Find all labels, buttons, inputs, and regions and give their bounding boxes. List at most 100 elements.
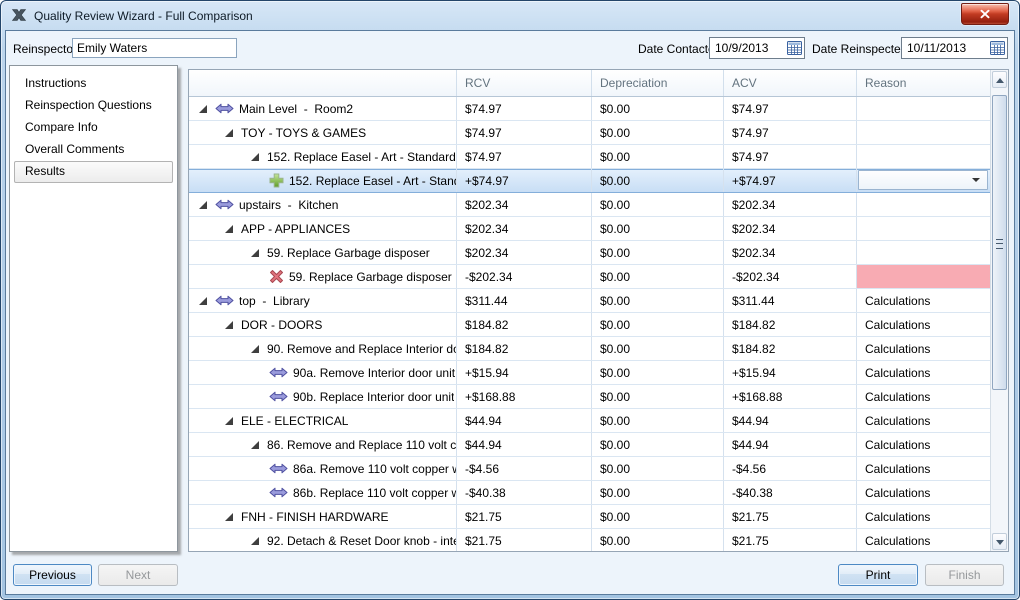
expander-icon[interactable]: [225, 513, 233, 521]
row-label: 59. Replace Garbage disposer: [267, 246, 430, 260]
table-row[interactable]: 59. Replace Garbage disposer$202.34$0.00…: [189, 241, 990, 265]
row-label: 90. Remove and Replace Interior door uni…: [267, 342, 456, 356]
dep-cell: $0.00: [592, 289, 724, 312]
acv-cell: $74.97: [724, 121, 857, 144]
row-label: APP - APPLIANCES: [241, 222, 350, 236]
row-label: 86. Remove and Replace 110 volt copper w…: [267, 438, 456, 452]
table-row[interactable]: FNH - FINISH HARDWARE$21.75$0.00$21.75Ca…: [189, 505, 990, 529]
table-row[interactable]: 152. Replace Easel - Art - Standard grad…: [189, 145, 990, 169]
expander-icon[interactable]: [251, 345, 259, 353]
column-header-reason[interactable]: Reason: [857, 70, 990, 96]
table-row[interactable]: upstairs - Kitchen$202.34$0.00$202.34: [189, 193, 990, 217]
next-button[interactable]: Next: [98, 564, 178, 586]
sidebar-item-instructions[interactable]: Instructions: [14, 73, 173, 95]
item-name-cell: 59. Replace Garbage disposer: [189, 265, 457, 288]
rcv-cell: $184.82: [457, 313, 592, 336]
acv-cell: -$202.34: [724, 265, 857, 288]
vertical-scrollbar[interactable]: [990, 70, 1008, 551]
column-header-rcv[interactable]: RCV: [457, 70, 592, 96]
dep-cell: $0.00: [592, 241, 724, 264]
expander-icon[interactable]: [225, 225, 233, 233]
expander-icon[interactable]: [251, 249, 259, 257]
acv-cell: $202.34: [724, 217, 857, 240]
expander-icon[interactable]: [251, 537, 259, 545]
previous-button[interactable]: Previous: [13, 564, 92, 586]
change-arrows-icon: [215, 295, 234, 306]
sidebar-item-results[interactable]: Results: [14, 161, 173, 183]
scroll-up-button[interactable]: [992, 71, 1007, 88]
date-reinspected-picker[interactable]: 10/11/2013: [901, 37, 1008, 59]
dep-cell: $0.00: [592, 385, 724, 408]
dep-cell: $0.00: [592, 265, 724, 288]
table-row[interactable]: 86a. Remove 110 volt copper wiring-$4.56…: [189, 457, 990, 481]
table-row[interactable]: 90a. Remove Interior door unit+$15.94$0.…: [189, 361, 990, 385]
change-arrows-icon: [269, 487, 288, 498]
reason-cell: Calculations: [857, 289, 990, 312]
row-label: 86b. Replace 110 volt copper wiring: [293, 486, 456, 500]
table-row[interactable]: top - Library$311.44$0.00$311.44Calculat…: [189, 289, 990, 313]
item-name-cell: 90. Remove and Replace Interior door uni…: [189, 337, 457, 360]
table-row[interactable]: TOY - TOYS & GAMES$74.97$0.00$74.97: [189, 121, 990, 145]
table-row[interactable]: APP - APPLIANCES$202.34$0.00$202.34: [189, 217, 990, 241]
column-header-acv[interactable]: ACV: [724, 70, 857, 96]
sidebar-item-reinspection-questions[interactable]: Reinspection Questions: [14, 95, 173, 117]
expander-icon[interactable]: [251, 153, 259, 161]
table-row[interactable]: ELE - ELECTRICAL$44.94$0.00$44.94Calcula…: [189, 409, 990, 433]
column-header-name[interactable]: [189, 70, 457, 96]
row-label: TOY - TOYS & GAMES: [241, 126, 366, 140]
rcv-cell: $184.82: [457, 337, 592, 360]
table-row[interactable]: DOR - DOORS$184.82$0.00$184.82Calculatio…: [189, 313, 990, 337]
table-row[interactable]: 90. Remove and Replace Interior door uni…: [189, 337, 990, 361]
calendar-icon[interactable]: [990, 41, 1005, 55]
table-row[interactable]: 90b. Replace Interior door unit+$168.88$…: [189, 385, 990, 409]
date-reinspected-label: Date Reinspected:: [812, 42, 911, 56]
expander-icon[interactable]: [225, 321, 233, 329]
acv-cell: $184.82: [724, 337, 857, 360]
dep-cell: $0.00: [592, 529, 724, 552]
row-label: 152. Replace Easel - Art - Standard grad…: [289, 174, 456, 188]
acv-cell: $44.94: [724, 409, 857, 432]
rcv-cell: -$202.34: [457, 265, 592, 288]
reinspector-input[interactable]: [72, 38, 237, 58]
table-row[interactable]: 92. Detach & Reset Door knob - interior$…: [189, 529, 990, 552]
comparison-grid: RCV Depreciation ACV Reason Main Level -…: [188, 69, 1009, 552]
titlebar[interactable]: Quality Review Wizard - Full Comparison: [1, 1, 1019, 30]
calendar-icon[interactable]: [787, 41, 802, 55]
column-header-depreciation[interactable]: Depreciation: [592, 70, 724, 96]
scrollbar-thumb[interactable]: [992, 95, 1007, 390]
table-row[interactable]: 86b. Replace 110 volt copper wiring -$40.…: [189, 481, 990, 505]
row-label: DOR - DOORS: [241, 318, 322, 332]
rcv-cell: $74.97: [457, 121, 592, 144]
sidebar-item-overall-comments[interactable]: Overall Comments: [14, 139, 173, 161]
reason-cell: Calculations: [857, 457, 990, 480]
expander-icon[interactable]: [199, 105, 207, 113]
acv-cell: $184.82: [724, 313, 857, 336]
sidebar-item-label: Reinspection Questions: [25, 98, 152, 112]
table-row[interactable]: 152. Replace Easel - Art - Standard grad…: [189, 169, 990, 193]
scroll-down-button[interactable]: [992, 533, 1007, 550]
expander-icon[interactable]: [199, 201, 207, 209]
reason-combobox[interactable]: [858, 170, 988, 190]
reason-cell: Calculations: [857, 361, 990, 384]
table-row[interactable]: Main Level - Room2$74.97$0.00$74.97: [189, 97, 990, 121]
reason-cell: [857, 145, 990, 168]
table-row[interactable]: 59. Replace Garbage disposer-$202.34$0.0…: [189, 265, 990, 289]
close-icon: [980, 10, 990, 19]
close-button[interactable]: [961, 3, 1009, 25]
print-button[interactable]: Print: [838, 564, 918, 586]
finish-button[interactable]: Finish: [925, 564, 1004, 586]
acv-cell: -$40.38: [724, 481, 857, 504]
expander-icon[interactable]: [251, 441, 259, 449]
client-area: Reinspector: Date Contacted: 10/9/2013 D…: [5, 30, 1015, 595]
dep-cell: $0.00: [592, 505, 724, 528]
sidebar-item-compare-info[interactable]: Compare Info: [14, 117, 173, 139]
dep-cell: $0.00: [592, 433, 724, 456]
expander-icon[interactable]: [225, 417, 233, 425]
reason-cell: Calculations: [857, 385, 990, 408]
reason-cell: Calculations: [857, 505, 990, 528]
date-contacted-picker[interactable]: 10/9/2013: [709, 37, 805, 59]
dep-cell: $0.00: [592, 313, 724, 336]
expander-icon[interactable]: [225, 129, 233, 137]
expander-icon[interactable]: [199, 297, 207, 305]
table-row[interactable]: 86. Remove and Replace 110 volt copper w…: [189, 433, 990, 457]
